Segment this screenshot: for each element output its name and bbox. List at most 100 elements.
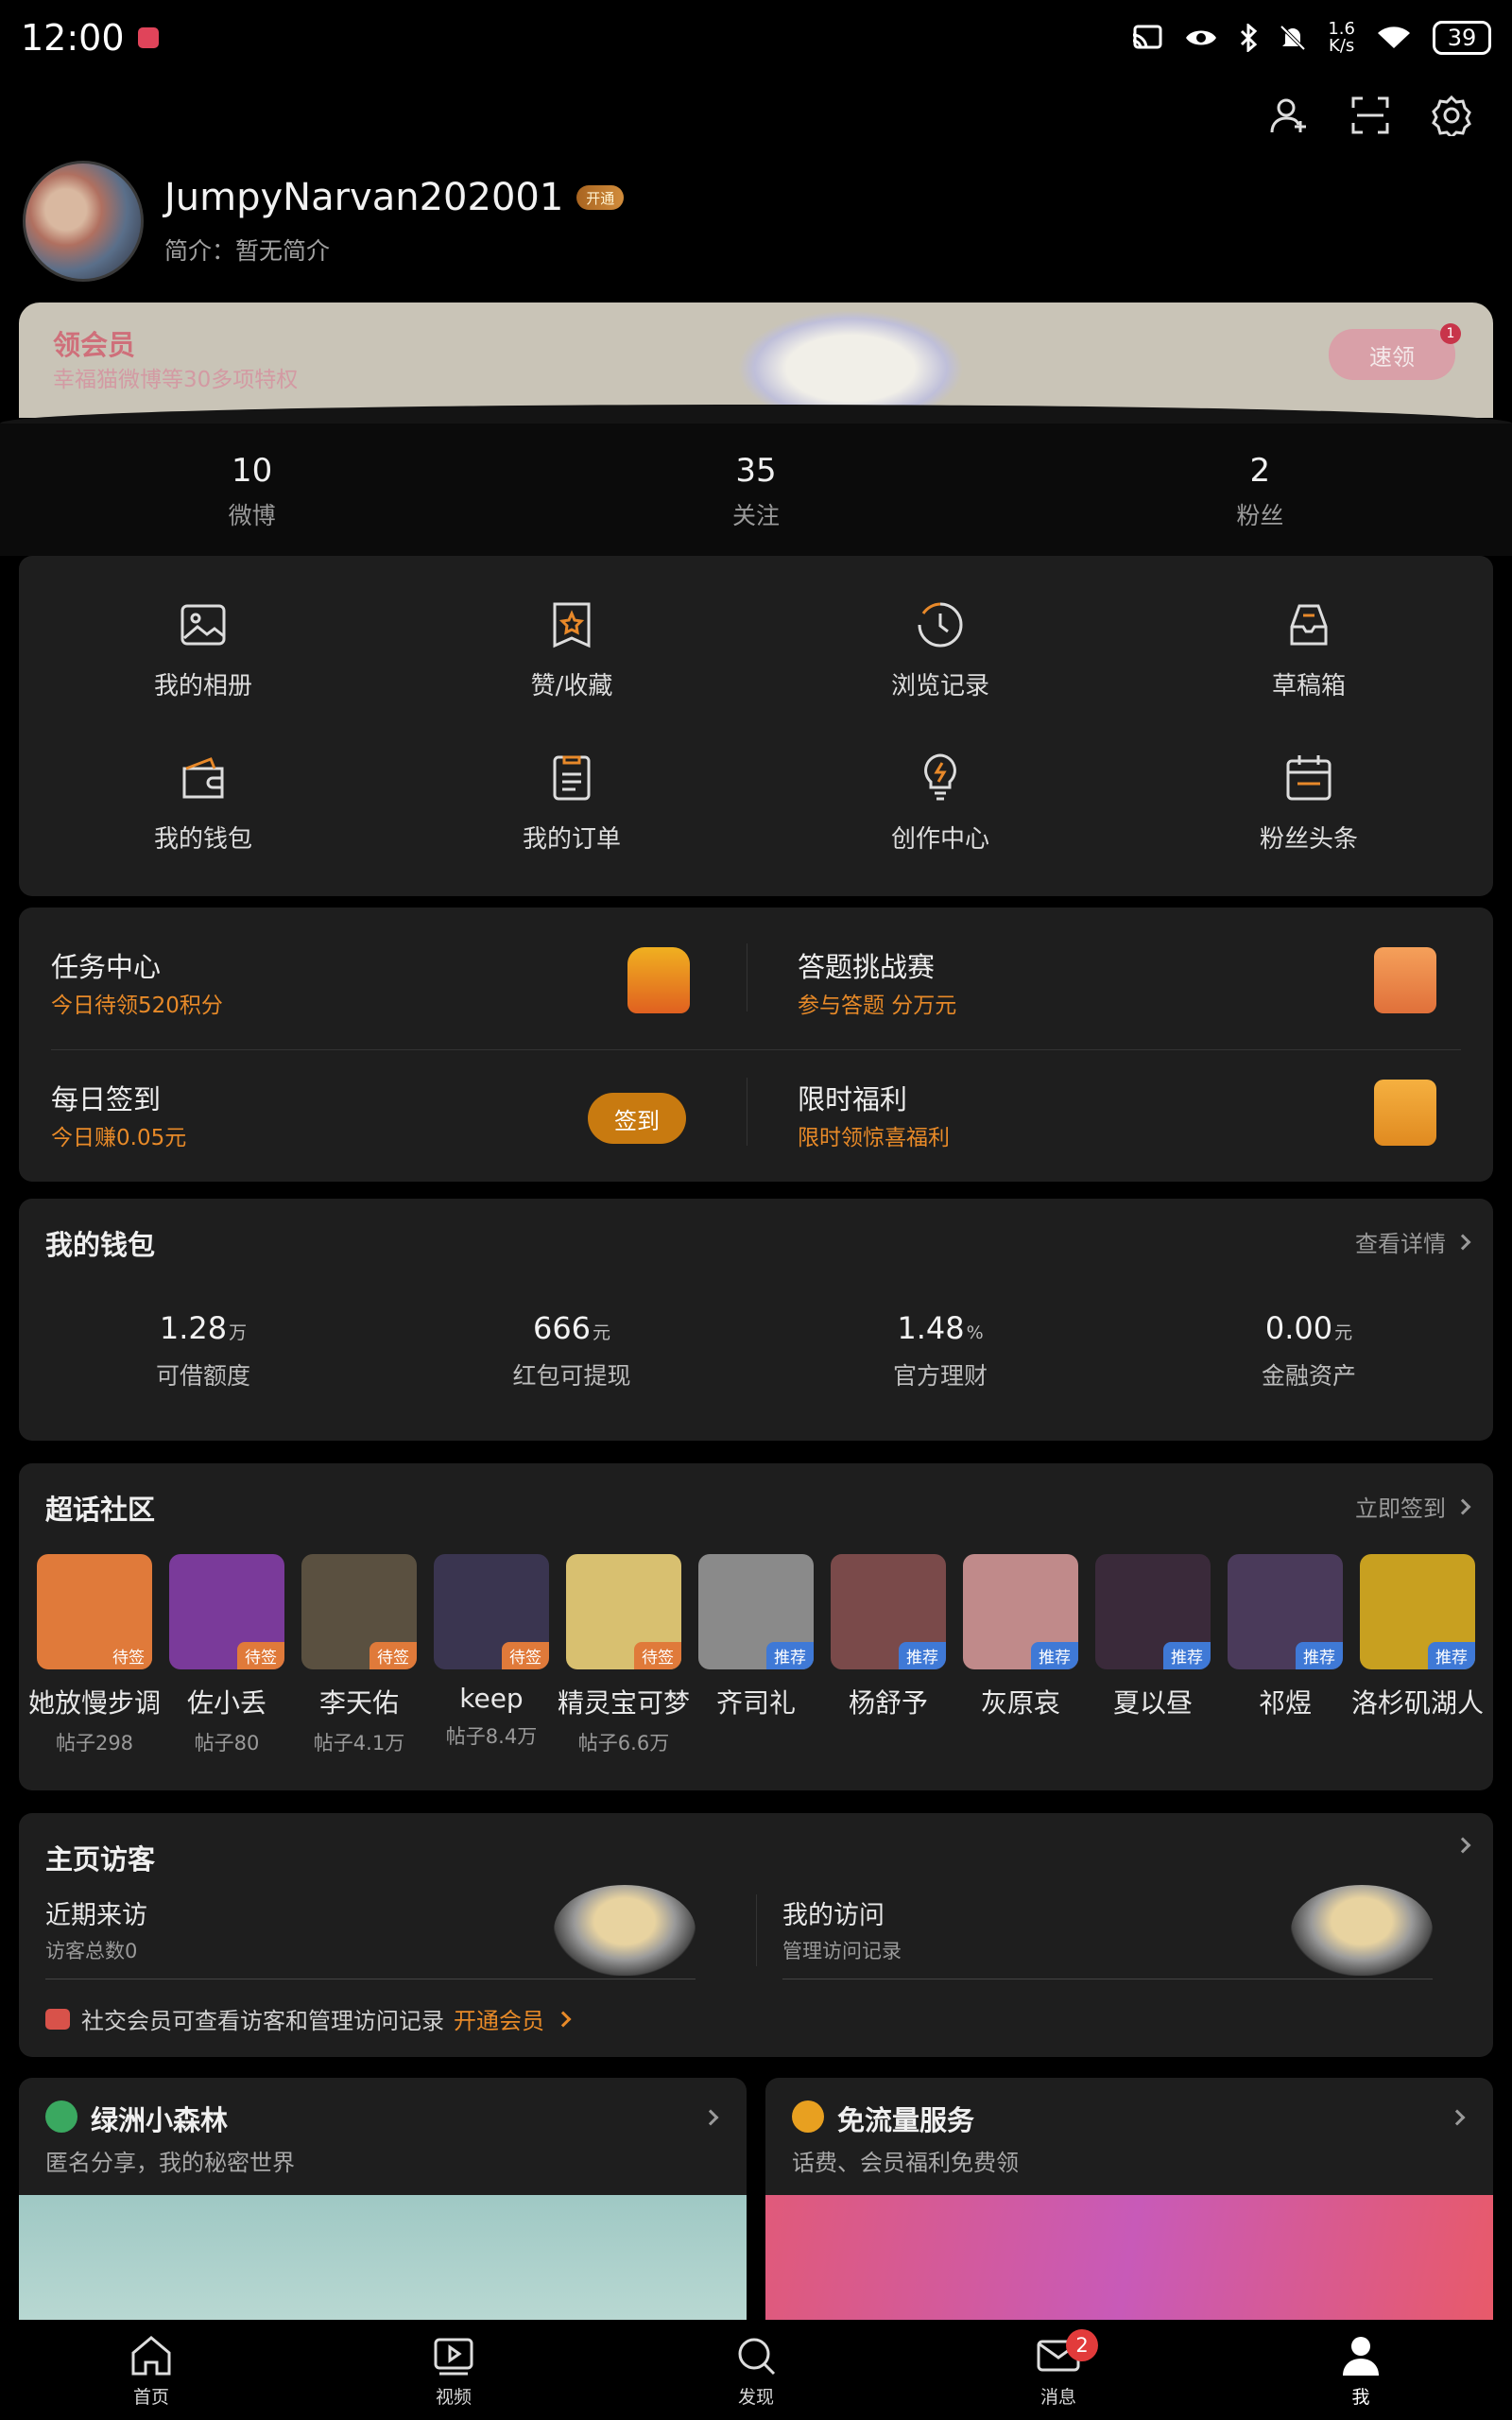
grid-item-fans-headline[interactable]: 粉丝头条 <box>1125 726 1493 879</box>
limited-benefits[interactable]: 限时福利 限时领惊喜福利 <box>765 1040 1465 1163</box>
super-topics-title: 超话社区 <box>45 1494 156 1526</box>
profile-top-actions <box>1268 95 1472 136</box>
grid-item-wallet[interactable]: 我的钱包 <box>19 726 387 879</box>
visitors-illustration <box>554 1885 696 1976</box>
topic-thumbnail: 推荐 <box>698 1554 814 1669</box>
free-data-card[interactable]: 免流量服务 话费、会员福利免费领 <box>765 2078 1493 2320</box>
super-topic-item[interactable]: 待签精灵宝可梦帖子6.6万 <box>558 1554 690 1756</box>
points-jar-icon <box>627 947 690 1013</box>
topic-name: 杨舒予 <box>848 1687 928 1719</box>
network-speed: 1.6 K/s <box>1328 19 1355 56</box>
checkin-now-link[interactable]: 立即签到 <box>1355 1490 1471 1523</box>
wifi-icon <box>1378 26 1410 48</box>
super-topic-item[interactable]: 推荐 夏以昼 <box>1087 1554 1219 1756</box>
username[interactable]: JumpyNarvan202001 开通 <box>164 176 625 219</box>
super-topic-item[interactable]: 推荐 祁煜 <box>1219 1554 1351 1756</box>
quick-actions-grid: 我的相册 赞/收藏 浏览记录 草稿箱 我的钱包 我的订单 创作中心 粉丝头条 <box>19 556 1493 896</box>
chevron-right-icon <box>555 2011 572 2027</box>
vip-open-badge[interactable]: 开通 <box>576 185 625 210</box>
claim-badge: 1 <box>1440 323 1461 344</box>
topic-name: 祁煜 <box>1258 1687 1312 1719</box>
stat-fans[interactable]: 2 粉丝 <box>1008 424 1512 556</box>
quiz-challenge[interactable]: 答题挑战赛 参与答题 分万元 <box>765 908 1465 1030</box>
super-topic-item[interactable]: 待签 李天佑 帖子4.1万 <box>293 1554 425 1756</box>
topic-thumbnail: 推荐 <box>1228 1554 1343 1669</box>
wallet-finance[interactable]: 1.48% 官方理财 <box>756 1310 1125 1392</box>
super-topics-card: 超话社区 立即签到 待签 她放慢步调 帖子298 待签 佐小丢 帖子80 待签 李天佑 帖子4.… <box>19 1463 1493 1790</box>
orders-icon <box>553 755 591 800</box>
super-topic-item[interactable]: 推荐 洛杉矶湖人 <box>1351 1554 1484 1756</box>
topic-thumbnail: 推荐 <box>1095 1554 1211 1669</box>
topic-tag: 待签 <box>634 1642 681 1669</box>
daily-signin[interactable]: 每日签到 今日赚0.05元 签到 <box>19 1040 718 1163</box>
topic-name: 精灵宝可梦 <box>558 1687 691 1719</box>
topic-thumbnail: 待签 <box>169 1554 284 1669</box>
scan-icon[interactable] <box>1349 95 1391 136</box>
super-topic-item[interactable]: 待签 keep 帖子8.4万 <box>425 1554 558 1756</box>
profile-intro: 简介：暂无简介 <box>164 237 331 265</box>
stat-weibo[interactable]: 10 微博 <box>0 424 504 556</box>
tab-discover[interactable]: 发现 <box>605 2320 907 2420</box>
grid-item-drafts[interactable]: 草稿箱 <box>1125 573 1493 726</box>
topic-thumbnail: 待签 <box>566 1554 681 1669</box>
task-center[interactable]: 任务中心 今日待领520积分 <box>19 908 718 1030</box>
signin-button[interactable]: 签到 <box>588 1093 686 1144</box>
topic-thumbnail: 推荐 <box>963 1554 1078 1669</box>
super-topic-item[interactable]: 待签 她放慢步调 帖子298 <box>28 1554 161 1756</box>
settings-icon[interactable] <box>1431 95 1472 136</box>
vip-banner[interactable]: 领会员 幸福猫微博等30多项特权 速领 1 <box>19 302 1493 418</box>
wallet-assets[interactable]: 0.00 元金融资产 <box>1125 1310 1493 1392</box>
visitors-card: 主页访客 近期来访 访客总数0 我的访问 管理访问记录 社交会员可查看访客和管理… <box>19 1813 1493 2057</box>
grid-item-orders[interactable]: 我的订单 <box>387 726 756 879</box>
status-bar: 12:00 1.6 K/s 39 <box>0 0 1512 76</box>
crown-icon <box>45 2008 70 2030</box>
grid-item-album[interactable]: 我的相册 <box>19 573 387 726</box>
super-topic-item[interactable]: 待签 佐小丢 帖子80 <box>161 1554 293 1756</box>
tab-video[interactable]: 视频 <box>302 2320 605 2420</box>
chevron-right-icon <box>702 2109 719 2126</box>
chevron-right-icon <box>1454 1837 1471 1854</box>
visitor-member-note: 社交会员可查看访客和管理访问记录 开通会员 <box>45 2002 572 2035</box>
avatar[interactable] <box>23 161 144 282</box>
topic-tag: 待签 <box>369 1642 417 1669</box>
profile-header: JumpyNarvan202001 开通 简介：暂无简介 <box>23 161 625 282</box>
battery-indicator: 39 <box>1433 21 1491 55</box>
topic-thumbnail: 待签 <box>434 1554 549 1669</box>
grid-item-favorites[interactable]: 赞/收藏 <box>387 573 756 726</box>
super-topic-item[interactable]: 推荐 杨舒予 <box>822 1554 954 1756</box>
mascot-illustration <box>737 310 964 416</box>
wallet-title: 我的钱包 <box>45 1229 156 1261</box>
visits-illustration <box>1291 1885 1433 1976</box>
topic-posts: 帖子4.1万 <box>313 1732 405 1754</box>
tab-home[interactable]: 首页 <box>0 2320 302 2420</box>
super-topics-list: 待签 她放慢步调 帖子298 待签 佐小丢 帖子80 待签 李天佑 帖子4.1万 待签 keep 帖子… <box>28 1554 1484 1756</box>
my-visits[interactable]: 我的访问 管理访问记录 <box>756 1885 1455 1979</box>
wallet-details-link[interactable]: 查看详情 <box>1355 1225 1471 1258</box>
topic-posts: 帖子6.6万 <box>577 1732 670 1754</box>
tab-messages[interactable]: 消息 2 <box>907 2320 1210 2420</box>
add-friend-icon[interactable] <box>1268 95 1310 136</box>
topic-tag: 推荐 <box>766 1642 814 1669</box>
recent-visitors[interactable]: 近期来访 访客总数0 <box>19 1885 718 1979</box>
stat-following[interactable]: 35 关注 <box>504 424 1007 556</box>
visitors-more[interactable] <box>1454 1837 1471 1854</box>
topic-tag: 待签 <box>237 1642 284 1669</box>
topic-name: keep <box>459 1683 524 1714</box>
open-membership-link[interactable]: 开通会员 <box>454 2002 544 2035</box>
topic-name: 灰原哀 <box>980 1687 1060 1719</box>
oasis-forest-card[interactable]: 绿洲小森林 匿名分享，我的秘密世界 <box>19 2078 747 2320</box>
creator-icon <box>924 752 956 800</box>
grid-item-history[interactable]: 浏览记录 <box>756 573 1125 726</box>
benefits-note-icon <box>1374 1080 1436 1146</box>
topic-thumbnail: 待签 <box>37 1554 152 1669</box>
wallet-redpacket[interactable]: 666 元红包可提现 <box>387 1310 756 1392</box>
favorites-icon <box>553 602 591 648</box>
profile-stats: 10 微博 35 关注 2 粉丝 <box>0 424 1512 556</box>
super-topic-item[interactable]: 推荐 齐司礼 <box>690 1554 822 1756</box>
topic-thumbnail: 待签 <box>301 1554 417 1669</box>
claim-vip-button[interactable]: 速领 <box>1329 329 1455 380</box>
tab-me[interactable]: 我 <box>1210 2320 1512 2420</box>
super-topic-item[interactable]: 推荐 灰原哀 <box>954 1554 1087 1756</box>
grid-item-creator[interactable]: 创作中心 <box>756 726 1125 879</box>
wallet-credit[interactable]: 1.28 万可借额度 <box>19 1310 387 1392</box>
